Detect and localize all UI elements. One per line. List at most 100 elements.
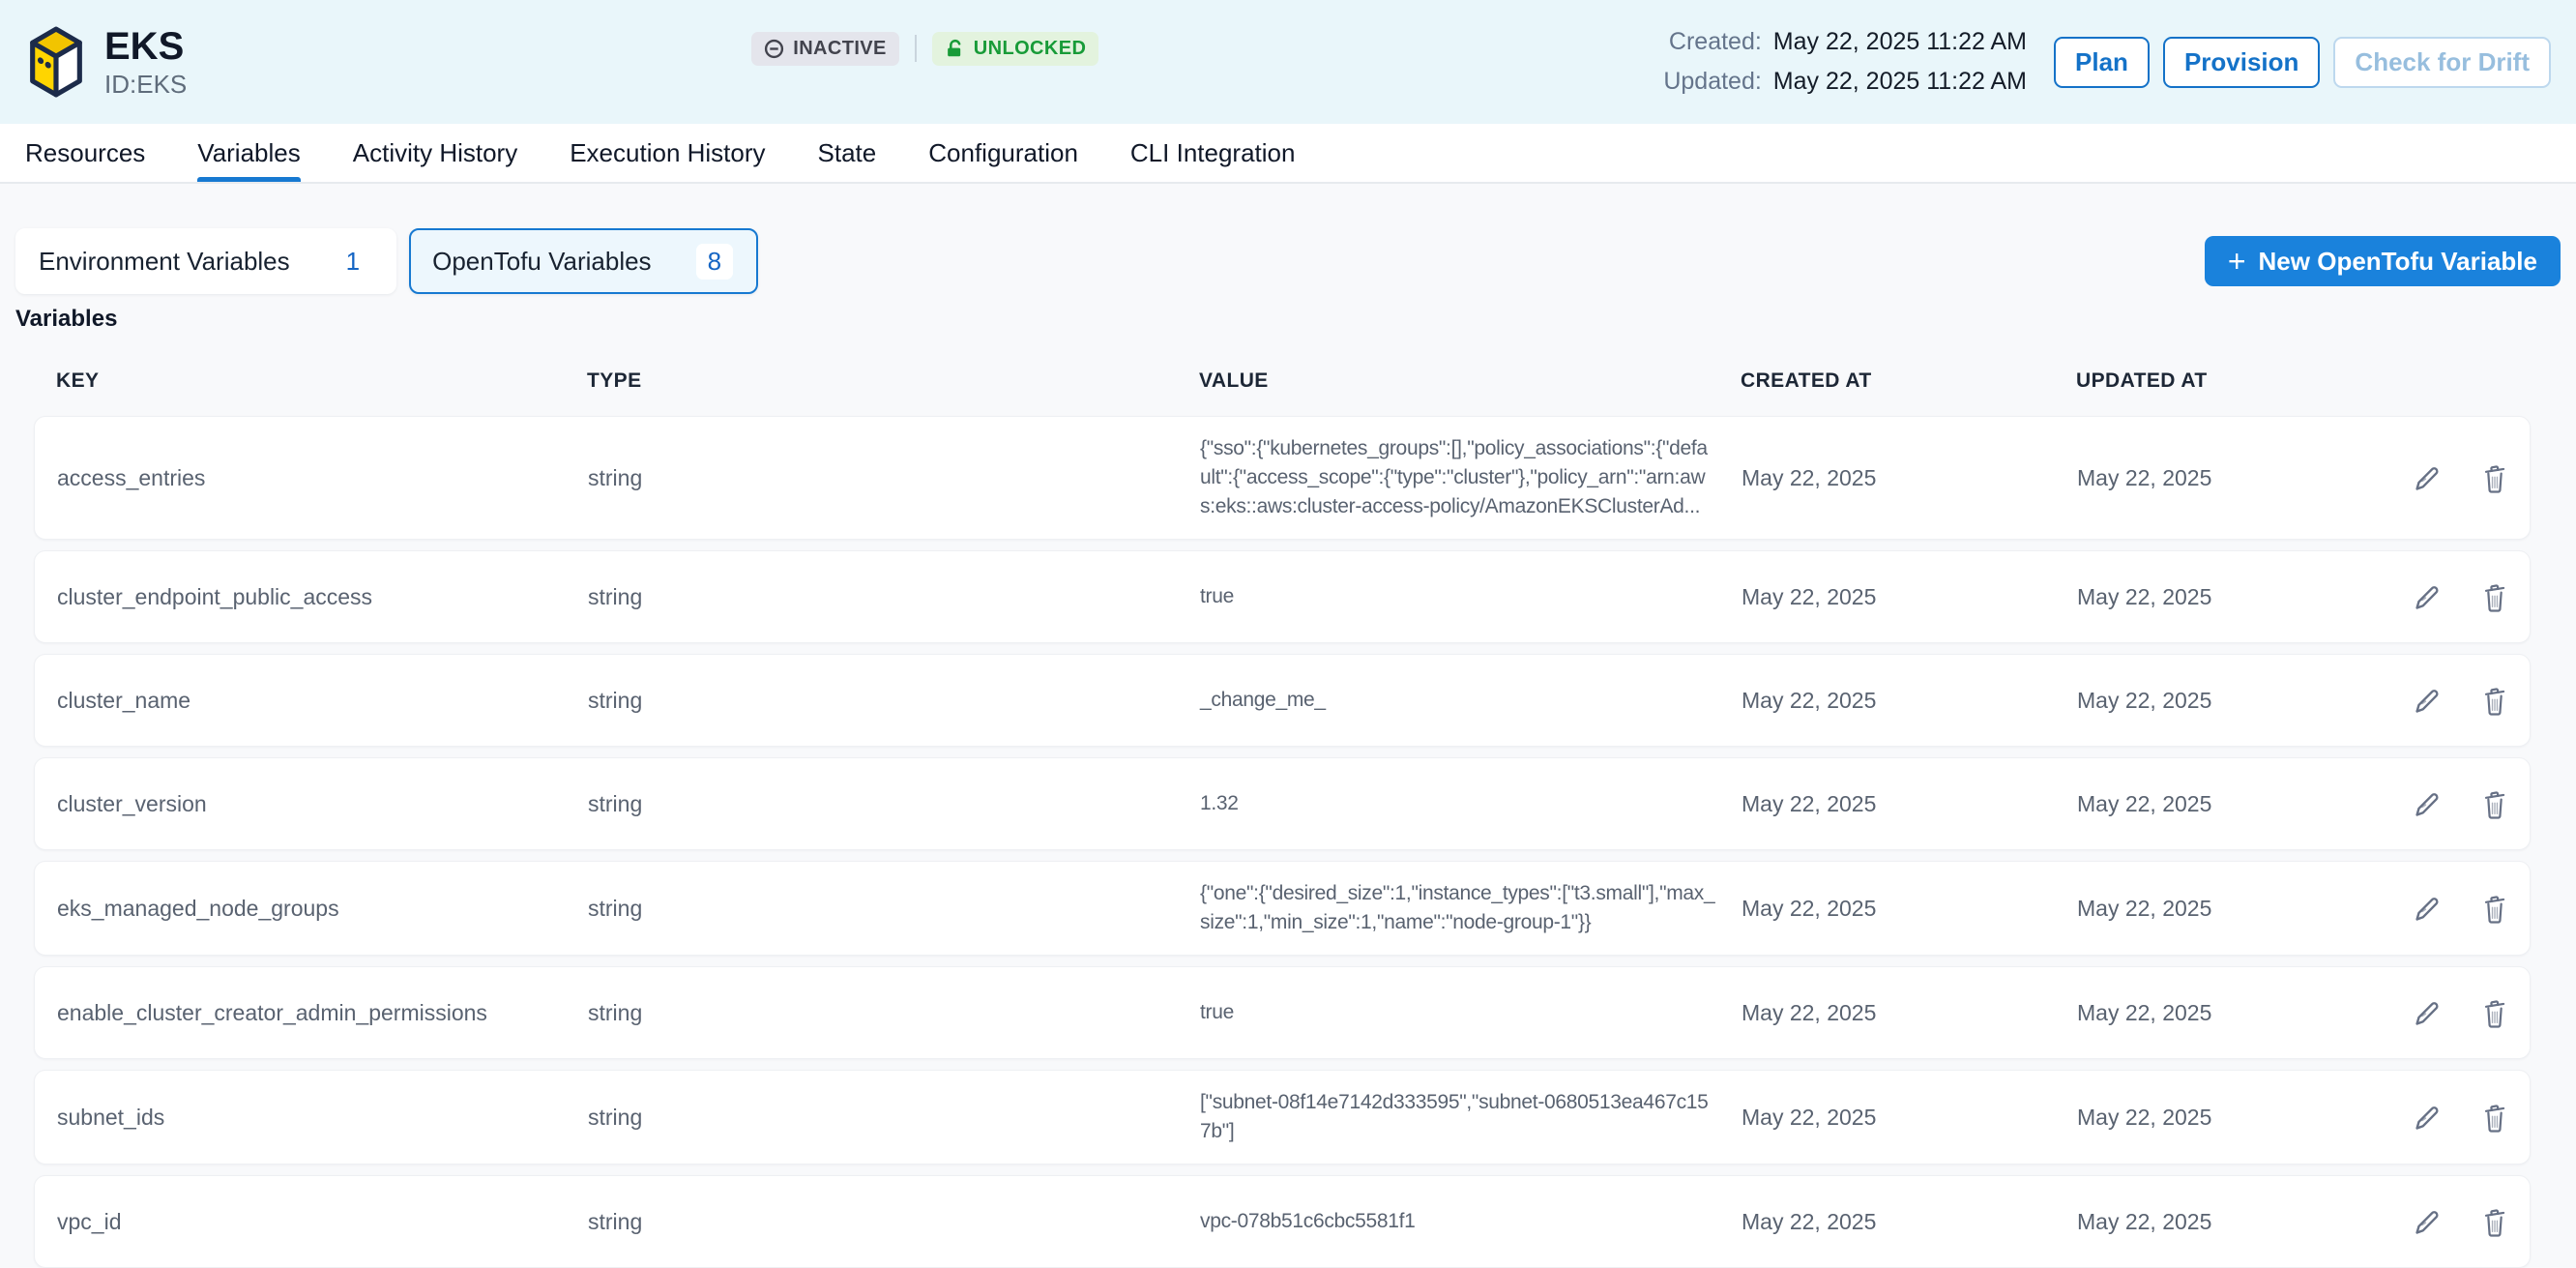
table-row: enable_cluster_creator_admin_permissions… bbox=[34, 966, 2531, 1059]
status-badge: INACTIVE bbox=[751, 32, 899, 66]
cell-value: {"sso":{"kubernetes_groups":[],"policy_a… bbox=[1200, 434, 1742, 521]
edit-variable-button[interactable] bbox=[2412, 685, 2443, 716]
cell-updated-at: May 22, 2025 bbox=[2077, 465, 2346, 491]
tab-resources[interactable]: Resources bbox=[25, 124, 145, 182]
column-header-key: KEY bbox=[56, 369, 587, 393]
row-actions bbox=[2346, 1206, 2510, 1237]
delete-variable-button[interactable] bbox=[2479, 997, 2510, 1028]
pencil-icon bbox=[2412, 1102, 2443, 1133]
row-actions bbox=[2346, 1102, 2510, 1133]
lock-status-badge: UNLOCKED bbox=[932, 32, 1099, 66]
main-tabbar: Resources Variables Activity History Execut… bbox=[0, 124, 2576, 184]
cell-key: eks_managed_node_groups bbox=[57, 896, 588, 922]
edit-variable-button[interactable] bbox=[2412, 1102, 2443, 1133]
cell-value: {"one":{"desired_size":1,"instance_types… bbox=[1200, 879, 1742, 937]
cell-key: cluster_name bbox=[57, 688, 588, 714]
header-action-buttons: Plan Provision Check for Drift bbox=[2054, 37, 2551, 88]
subtab-opentofu-variables[interactable]: OpenTofu Variables 8 bbox=[409, 228, 758, 294]
trash-icon bbox=[2479, 462, 2510, 493]
subtab-label: Environment Variables bbox=[39, 247, 290, 277]
table-row: subnet_ids string ["subnet-08f14e7142d33… bbox=[34, 1070, 2531, 1165]
page-title: EKS bbox=[104, 25, 187, 68]
column-header-updated-at: UPDATED AT bbox=[2076, 369, 2347, 393]
delete-variable-button[interactable] bbox=[2479, 1102, 2510, 1133]
plan-button[interactable]: Plan bbox=[2054, 37, 2150, 88]
pencil-icon bbox=[2412, 997, 2443, 1028]
unlock-icon bbox=[945, 39, 965, 59]
cell-type: string bbox=[588, 584, 1200, 610]
subtab-environment-variables[interactable]: Environment Variables 1 bbox=[15, 228, 396, 294]
column-header-created-at: CREATED AT bbox=[1741, 369, 2076, 393]
cell-created-at: May 22, 2025 bbox=[1742, 791, 2077, 817]
column-header-type: TYPE bbox=[587, 369, 1199, 393]
subtab-label: OpenTofu Variables bbox=[432, 247, 651, 277]
trash-icon bbox=[2479, 1102, 2510, 1133]
edit-variable-button[interactable] bbox=[2412, 1206, 2443, 1237]
row-actions bbox=[2346, 788, 2510, 819]
row-actions bbox=[2346, 893, 2510, 924]
updated-label: Updated: bbox=[1663, 68, 1761, 96]
trash-icon bbox=[2479, 893, 2510, 924]
cell-key: vpc_id bbox=[57, 1209, 588, 1235]
cell-type: string bbox=[588, 1000, 1200, 1026]
pencil-icon bbox=[2412, 462, 2443, 493]
cell-created-at: May 22, 2025 bbox=[1742, 1105, 2077, 1131]
opentofu-variables-count-badge: 8 bbox=[696, 244, 733, 280]
project-id: ID:EKS bbox=[104, 71, 187, 99]
delete-variable-button[interactable] bbox=[2479, 1206, 2510, 1237]
edit-variable-button[interactable] bbox=[2412, 462, 2443, 493]
created-value: May 22, 2025 11:22 AM bbox=[1773, 28, 2027, 56]
status-badges: INACTIVE UNLOCKED bbox=[751, 32, 1098, 66]
table-row: eks_managed_node_groups string {"one":{"… bbox=[34, 861, 2531, 956]
edit-variable-button[interactable] bbox=[2412, 997, 2443, 1028]
tab-variables[interactable]: Variables bbox=[197, 124, 300, 182]
cell-created-at: May 22, 2025 bbox=[1742, 1000, 2077, 1026]
lock-badge-label: UNLOCKED bbox=[974, 38, 1087, 60]
edit-variable-button[interactable] bbox=[2412, 788, 2443, 819]
cell-created-at: May 22, 2025 bbox=[1742, 688, 2077, 714]
trash-icon bbox=[2479, 1206, 2510, 1237]
cell-key: cluster_endpoint_public_access bbox=[57, 584, 588, 610]
cell-key: enable_cluster_creator_admin_permissions bbox=[57, 1000, 588, 1026]
cell-value: vpc-078b51c6cbc5581f1 bbox=[1200, 1207, 1742, 1236]
edit-variable-button[interactable] bbox=[2412, 893, 2443, 924]
cell-type: string bbox=[588, 1105, 1200, 1131]
variables-table-body: access_entries string {"sso":{"kubernete… bbox=[34, 416, 2531, 1268]
row-actions bbox=[2346, 581, 2510, 612]
check-for-drift-button[interactable]: Check for Drift bbox=[2333, 37, 2551, 88]
tab-activity-history[interactable]: Activity History bbox=[353, 124, 517, 182]
tab-configuration[interactable]: Configuration bbox=[928, 124, 1078, 182]
cell-type: string bbox=[588, 896, 1200, 922]
table-row: vpc_id string vpc-078b51c6cbc5581f1 May … bbox=[34, 1175, 2531, 1268]
pencil-icon bbox=[2412, 1206, 2443, 1237]
tab-cli-integration[interactable]: CLI Integration bbox=[1130, 124, 1296, 182]
tab-state[interactable]: State bbox=[818, 124, 877, 182]
table-row: cluster_name string _change_me_ May 22, … bbox=[34, 654, 2531, 747]
table-row: cluster_endpoint_public_access string tr… bbox=[34, 550, 2531, 643]
delete-variable-button[interactable] bbox=[2479, 893, 2510, 924]
status-badge-label: INACTIVE bbox=[793, 38, 887, 60]
plus-icon: + bbox=[2228, 246, 2246, 277]
section-title: Variables bbox=[15, 306, 2561, 333]
cell-updated-at: May 22, 2025 bbox=[2077, 1105, 2346, 1131]
delete-variable-button[interactable] bbox=[2479, 788, 2510, 819]
variables-table: KEY TYPE VALUE CREATED AT UPDATED AT acc… bbox=[34, 333, 2531, 1268]
edit-variable-button[interactable] bbox=[2412, 581, 2443, 612]
pencil-icon bbox=[2412, 685, 2443, 716]
new-opentofu-variable-button[interactable]: + New OpenTofu Variable bbox=[2205, 236, 2561, 286]
opentofu-cube-logo-icon bbox=[25, 24, 87, 100]
cell-updated-at: May 22, 2025 bbox=[2077, 688, 2346, 714]
delete-variable-button[interactable] bbox=[2479, 685, 2510, 716]
badge-divider bbox=[915, 35, 917, 62]
pencil-icon bbox=[2412, 788, 2443, 819]
provision-button[interactable]: Provision bbox=[2163, 37, 2320, 88]
delete-variable-button[interactable] bbox=[2479, 462, 2510, 493]
tab-execution-history[interactable]: Execution History bbox=[570, 124, 765, 182]
timestamps: Created: May 22, 2025 11:22 AM Updated: … bbox=[1663, 28, 2027, 96]
delete-variable-button[interactable] bbox=[2479, 581, 2510, 612]
column-header-value: VALUE bbox=[1199, 369, 1741, 393]
cell-updated-at: May 22, 2025 bbox=[2077, 791, 2346, 817]
environment-variables-count-badge: 1 bbox=[335, 244, 371, 280]
cell-created-at: May 22, 2025 bbox=[1742, 584, 2077, 610]
cell-created-at: May 22, 2025 bbox=[1742, 1209, 2077, 1235]
